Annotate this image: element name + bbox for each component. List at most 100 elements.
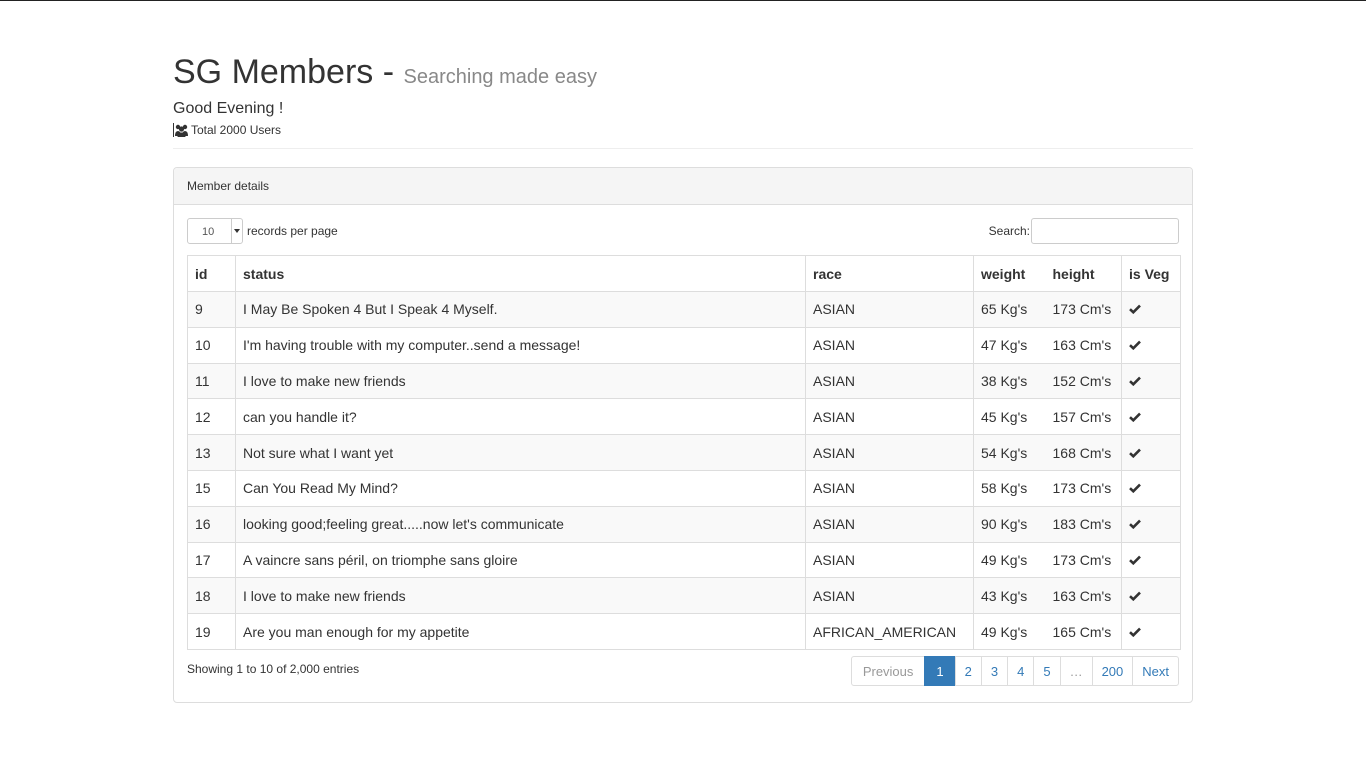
- table-info: Showing 1 to 10 of 2,000 entries: [187, 662, 360, 676]
- records-per-page: 10 records per page: [187, 218, 338, 244]
- cell-weight: 47 Kg's: [973, 326, 1046, 364]
- cell-weight: 43 Kg's: [973, 577, 1046, 615]
- cell-race: ASIAN: [805, 291, 974, 328]
- cell-height: 183 Cm's: [1045, 505, 1122, 543]
- users-icon: [173, 123, 188, 137]
- cell-is-veg: [1121, 362, 1181, 400]
- cell-id: 17: [187, 541, 236, 579]
- table-row: 11 I love to make new friends ASIAN 38 Kg's…: [187, 362, 1181, 400]
- cell-is-veg: [1121, 398, 1181, 436]
- pagination-ellipsis: …: [1059, 656, 1093, 686]
- cell-race: AFRICAN_AMERICAN: [805, 613, 974, 650]
- page-button-200[interactable]: 200: [1091, 656, 1134, 686]
- check-icon: [1129, 555, 1141, 565]
- pagination: Previous 1 2 3 4 5 … 200 Next: [850, 656, 1179, 686]
- cell-weight: 58 Kg's: [973, 469, 1046, 507]
- table-row: 18 I love to make new friends ASIAN 43 Kg's…: [187, 577, 1181, 615]
- cell-id: 13: [187, 434, 236, 471]
- cell-weight: 45 Kg's: [973, 398, 1046, 436]
- page-button-5[interactable]: 5: [1033, 656, 1061, 686]
- column-header-race[interactable]: race: [805, 255, 974, 292]
- cell-id: 15: [187, 469, 236, 507]
- cell-is-veg: [1121, 541, 1181, 579]
- page-subtitle: Searching made easy: [403, 66, 597, 88]
- check-icon: [1129, 305, 1141, 315]
- cell-status: I love to make new friends: [235, 362, 806, 400]
- cell-is-veg: [1121, 613, 1181, 650]
- column-header-weight[interactable]: weight: [973, 255, 1046, 292]
- records-per-page-select[interactable]: 10: [187, 218, 243, 244]
- table-header-row: id status race weight height is Veg: [187, 255, 1181, 292]
- panel-heading: Member details: [174, 168, 1192, 205]
- check-icon: [1129, 340, 1141, 351]
- table-row: 16 looking good;feeling great.....now let…: [187, 505, 1181, 543]
- search-input[interactable]: [1031, 218, 1179, 244]
- cell-status: A vaincre sans péril, on triomphe sans g…: [235, 541, 806, 579]
- cell-race: ASIAN: [805, 577, 974, 615]
- members-table: id status race weight height is Veg 9I M…: [187, 255, 1181, 650]
- page-button-1[interactable]: 1: [924, 656, 956, 686]
- cell-is-veg: [1121, 434, 1181, 471]
- table-row: 17 A vaincre sans péril, on triomphe sans…: [187, 541, 1181, 579]
- previous-button[interactable]: Previous: [850, 656, 926, 686]
- cell-id: 11: [187, 362, 236, 400]
- check-icon: [1129, 484, 1141, 494]
- cell-id: 16: [187, 505, 236, 543]
- page-button-2[interactable]: 2: [954, 656, 982, 686]
- cell-height: 173 Cm's: [1045, 291, 1122, 328]
- cell-height: 157 Cm's: [1045, 398, 1122, 436]
- cell-race: ASIAN: [805, 434, 974, 471]
- check-icon: [1129, 376, 1141, 386]
- divider: [173, 148, 1193, 149]
- check-icon: [1129, 448, 1141, 458]
- check-icon: [1129, 412, 1141, 422]
- cell-race: ASIAN: [805, 541, 974, 579]
- cell-status: Can You Read My Mind?: [235, 469, 806, 507]
- cell-is-veg: [1121, 469, 1181, 507]
- cell-weight: 49 Kg's: [973, 541, 1046, 579]
- page-button-4[interactable]: 4: [1007, 656, 1035, 686]
- cell-weight: 54 Kg's: [973, 434, 1046, 471]
- search-label: Search:: [988, 224, 1030, 238]
- cell-status: Are you man enough for my appetite: [235, 613, 806, 650]
- next-button[interactable]: Next: [1132, 656, 1179, 686]
- cell-height: 168 Cm's: [1045, 434, 1122, 471]
- cell-status: can you handle it?: [235, 398, 806, 436]
- total-users-text: Total 2000 Users: [191, 123, 282, 137]
- cell-id: 10: [187, 326, 236, 364]
- check-icon: [1129, 627, 1141, 637]
- check-icon: [1129, 591, 1141, 601]
- cell-weight: 65 Kg's: [973, 291, 1046, 328]
- table-row: 9I May Be Spoken 4 But I Speak 4 Myself.…: [187, 291, 1181, 328]
- search-box: Search:: [989, 218, 1179, 244]
- cell-race: ASIAN: [805, 326, 974, 364]
- table-row: 19 Are you man enough for my appetite AFRI…: [187, 613, 1181, 650]
- cell-height: 173 Cm's: [1045, 469, 1122, 507]
- cell-weight: 90 Kg's: [973, 505, 1046, 543]
- table-row: 10 I'm having trouble with my computer..s…: [187, 326, 1181, 364]
- cell-status: I'm having trouble with my computer..sen…: [235, 326, 806, 364]
- chevron-down-icon: [231, 219, 242, 243]
- cell-height: 163 Cm's: [1045, 577, 1122, 615]
- cell-race: ASIAN: [805, 505, 974, 543]
- page-button-3[interactable]: 3: [980, 656, 1009, 686]
- cell-height: 165 Cm's: [1045, 613, 1122, 650]
- greeting-text: Good Evening !: [173, 100, 284, 117]
- cell-is-veg: [1121, 291, 1181, 328]
- title-text: SG Members: [173, 53, 374, 91]
- cell-race: ASIAN: [805, 469, 974, 507]
- cell-status: Not sure what I want yet: [235, 434, 806, 471]
- table-row: 12 can you handle it? ASIAN 45 Kg's 157 Cm's: [187, 398, 1181, 436]
- check-icon: [1129, 519, 1141, 530]
- table-row: 13 Not sure what I want yet ASIAN 54 Kg's 16…: [187, 434, 1181, 471]
- records-per-page-label: records per page: [247, 224, 338, 238]
- column-header-is-veg[interactable]: is Veg: [1121, 255, 1181, 292]
- cell-height: 173 Cm's: [1045, 541, 1122, 579]
- cell-is-veg: [1121, 326, 1181, 364]
- column-header-status[interactable]: status: [235, 255, 806, 292]
- title-separator: -: [382, 53, 395, 91]
- cell-status: I May Be Spoken 4 But I Speak 4 Myself.: [235, 291, 806, 328]
- column-header-id[interactable]: id: [187, 255, 236, 292]
- column-header-height[interactable]: height: [1045, 255, 1122, 292]
- cell-is-veg: [1121, 577, 1181, 615]
